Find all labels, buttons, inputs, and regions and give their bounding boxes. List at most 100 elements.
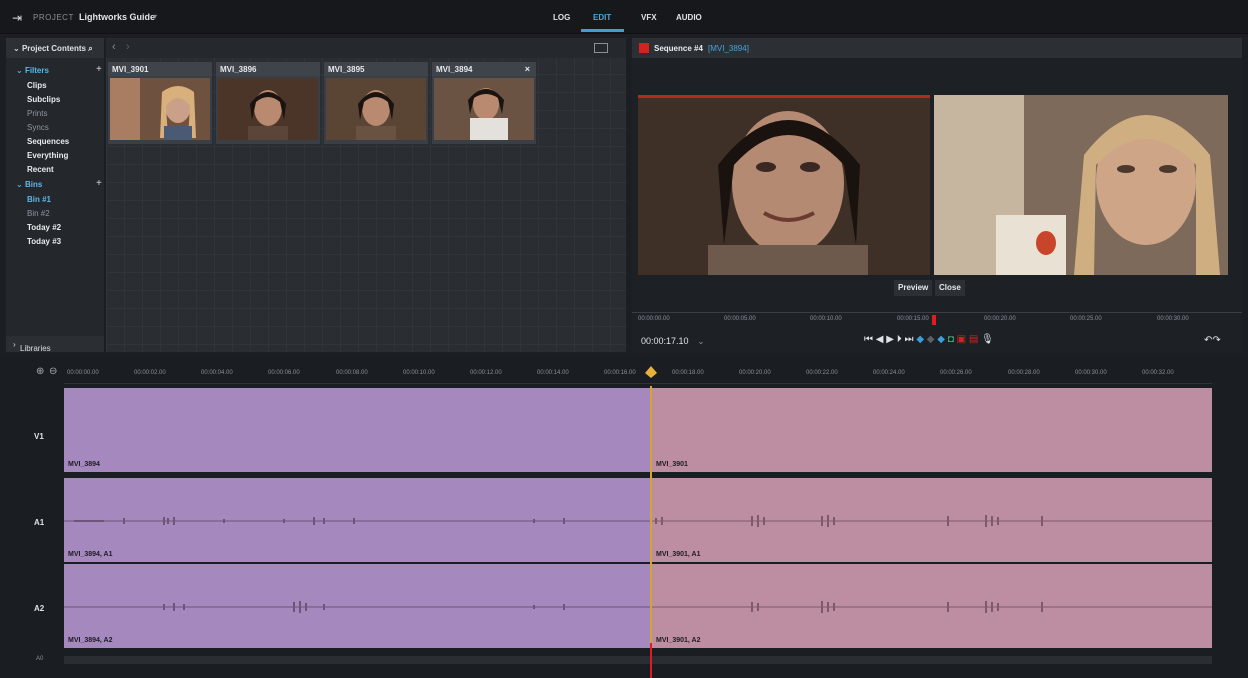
clip-tile[interactable]: MVI_3901 <box>108 62 212 144</box>
ruler-label: 00:00:00.00 <box>638 316 670 322</box>
ruler-label: 00:00:10.00 <box>810 316 842 322</box>
exit-project-icon[interactable]: ⇥ <box>12 11 22 25</box>
close-icon[interactable]: × <box>525 64 530 74</box>
add-bin-icon[interactable]: + <box>96 178 102 189</box>
zoom-out-icon[interactable]: ⊖ <box>49 366 57 377</box>
top-bar: ⇥ PROJECT Lightworks Guide ▾ LOG EDIT VF… <box>0 0 1248 34</box>
ruler-label: 00:00:06.00 <box>268 370 300 376</box>
clip-title: MVI_3896 <box>216 62 320 76</box>
project-contents-title[interactable]: ⌄ Project Contents ⌕ <box>13 44 93 54</box>
add-filter-icon[interactable]: + <box>96 64 102 75</box>
clip-name: MVI_3901, A2 <box>656 637 701 644</box>
ruler-label: 00:00:30.00 <box>1157 316 1189 322</box>
bins-heading[interactable]: ⌄ Bins <box>16 180 42 189</box>
track-label-v1[interactable]: V1 <box>34 432 44 441</box>
timeline-clip[interactable]: MVI_3901 <box>652 388 1212 472</box>
filter-syncs[interactable]: Syncs <box>27 123 49 132</box>
video-frame-right <box>934 95 1228 275</box>
bin-item-today-3[interactable]: Today #3 <box>27 237 61 246</box>
timeline-clip[interactable]: MVI_3894, A2 <box>64 564 650 648</box>
zoom-in-icon[interactable]: ⊕ <box>36 366 44 377</box>
sequence-name[interactable]: Sequence #4 <box>654 44 703 53</box>
ruler-label: 00:00:16.00 <box>604 370 636 376</box>
mark-out-icon[interactable]: ◆ <box>937 334 945 345</box>
track-label-a0[interactable]: A0 <box>36 656 43 662</box>
ruler-label: 00:00:05.00 <box>724 316 756 322</box>
filter-sequences[interactable]: Sequences <box>27 137 69 146</box>
project-dropdown-icon[interactable]: ▾ <box>153 12 157 21</box>
ruler-label: 00:00:26.00 <box>940 370 972 376</box>
project-contents-panel: ⌄ Project Contents ⌕ ⌄ Filters + Clips S… <box>6 38 104 352</box>
collapse-chevron-icon[interactable]: ⌄ <box>13 44 20 53</box>
preview-button[interactable]: Preview <box>894 280 933 296</box>
timeline-scrollbar[interactable] <box>64 656 1212 664</box>
clip-tile[interactable]: MVI_3894 × <box>432 62 536 144</box>
filter-recent[interactable]: Recent <box>27 165 54 174</box>
go-to-start-icon[interactable]: ⏮ <box>864 334 873 345</box>
ruler-label: 00:00:18.00 <box>672 370 704 376</box>
timecode-dropdown-icon[interactable]: ⌄ <box>697 336 705 346</box>
undo-redo-icons[interactable]: ↶↷ <box>1204 335 1221 346</box>
audio-waveform <box>652 601 1212 613</box>
timeline-clip[interactable]: MVI_3901, A1 <box>652 478 1212 562</box>
search-icon[interactable]: ⌕ <box>88 44 92 53</box>
timeline-clip[interactable]: MVI_3894, A1 <box>64 478 650 562</box>
view-mode-icon[interactable] <box>594 43 608 53</box>
filters-heading[interactable]: ⌄ Filters <box>16 66 49 75</box>
bin-item-2[interactable]: Bin #2 <box>27 209 50 218</box>
timecode-display[interactable]: 00:00:17.10 ⌄ <box>641 336 705 347</box>
tab-edit[interactable]: EDIT <box>593 13 611 22</box>
filter-subclips[interactable]: Subclips <box>27 95 60 104</box>
clip-tile[interactable]: MVI_3896 <box>216 62 320 144</box>
filter-clips[interactable]: Clips <box>27 81 47 90</box>
audio-waveform <box>64 601 650 613</box>
replace-icon[interactable]: ▤ <box>969 334 978 345</box>
sequence-clip: [MVI_3894] <box>708 44 749 53</box>
clip-tile[interactable]: MVI_3895 <box>324 62 428 144</box>
close-button[interactable]: Close <box>935 280 965 296</box>
filter-everything[interactable]: Everything <box>27 151 68 160</box>
bin-header: ‹ › <box>106 38 626 58</box>
filter-prints[interactable]: Prints <box>27 109 47 118</box>
libraries-label: › Libraries <box>13 340 51 353</box>
ruler-label: 00:00:28.00 <box>1008 370 1040 376</box>
tab-vfx[interactable]: VFX <box>641 13 657 22</box>
project-contents-label: Project Contents <box>21 44 86 53</box>
viewer-ruler[interactable]: 00:00:00.00 00:00:05.00 00:00:10.00 00:0… <box>632 312 1242 326</box>
step-back-icon[interactable]: ◀ <box>876 334 884 345</box>
mark-clear-icon[interactable]: ◆ <box>927 334 935 345</box>
timeline-panel: ⊕ ⊖ 00:00:00.00 00:00:02.00 00:00:04.00 … <box>0 358 1248 678</box>
insert-icon[interactable]: ▣ <box>957 334 966 345</box>
track-label-a2[interactable]: A2 <box>34 604 44 613</box>
track-label-a1[interactable]: A1 <box>34 518 44 527</box>
clip-name: MVI_3901, A1 <box>656 551 701 558</box>
voiceover-mic-icon[interactable]: 🎙 <box>981 334 994 345</box>
clip-title: MVI_3895 <box>324 62 428 76</box>
playhead-handle-icon[interactable] <box>645 366 657 378</box>
project-name[interactable]: Lightworks Guide <box>79 12 155 22</box>
timeline-clip[interactable]: MVI_3901, A2 <box>652 564 1212 648</box>
tab-audio[interactable]: AUDIO <box>676 13 702 22</box>
step-forward-icon[interactable]: ⏵ <box>897 334 902 345</box>
bin-item-1[interactable]: Bin #1 <box>27 195 51 204</box>
clip-thumbnail <box>218 78 318 140</box>
audio-waveform <box>652 515 1212 527</box>
bin-item-today-2[interactable]: Today #2 <box>27 223 61 232</box>
tab-log[interactable]: LOG <box>553 13 570 22</box>
clip-thumbnail <box>110 78 210 140</box>
back-arrow-icon[interactable]: ‹ <box>112 41 116 53</box>
ruler-label: 00:00:20.00 <box>984 316 1016 322</box>
viewer-playhead-marker[interactable] <box>932 315 936 325</box>
marker-icon[interactable]: ◘ <box>948 334 954 345</box>
forward-arrow-icon[interactable]: › <box>126 41 130 53</box>
play-icon[interactable]: ▶ <box>886 334 894 345</box>
timeline-clip[interactable]: MVI_3894 <box>64 388 650 472</box>
ruler-label: 00:00:20.00 <box>739 370 771 376</box>
transport-controls: ⏮ ◀ ▶ ⏵ ⏭ ◆ ◆ ◆ ◘ ▣ ▤ 🎙 <box>864 334 994 346</box>
timeline-playhead[interactable] <box>650 386 652 678</box>
filters-label: Filters <box>24 66 49 75</box>
timeline-ruler[interactable]: 00:00:00.00 00:00:02.00 00:00:04.00 00:0… <box>64 366 1212 384</box>
go-to-end-icon[interactable]: ⏭ <box>905 334 914 345</box>
mark-in-icon[interactable]: ◆ <box>916 334 924 345</box>
libraries-section[interactable]: › Libraries <box>6 336 104 353</box>
